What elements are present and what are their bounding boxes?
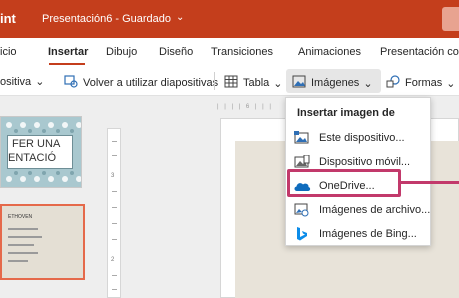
- tab-diseno[interactable]: Diseño: [159, 46, 193, 58]
- reuse-slides-icon: [64, 75, 78, 91]
- onedrive-highlight-box: [287, 169, 401, 197]
- text-line: [8, 252, 38, 254]
- new-slide-label: ositiva: [0, 75, 32, 88]
- slide2-title: ETHOVEN: [8, 214, 33, 220]
- chevron-down-icon: ⌄: [273, 77, 283, 90]
- text-line: [8, 244, 34, 246]
- menu-item-label: Este dispositivo...: [319, 132, 405, 144]
- tab-inicio[interactable]: icio: [0, 46, 17, 58]
- tab-transiciones[interactable]: Transiciones: [211, 46, 273, 58]
- ruler-tick: [112, 207, 117, 208]
- menu-item-label: Dispositivo móvil...: [319, 156, 411, 168]
- document-title[interactable]: Presentación6 - Guardado: [42, 13, 171, 25]
- ruler-tick: [112, 141, 117, 142]
- menu-header: Insertar imagen de: [297, 107, 395, 119]
- table-label: Tabla: [243, 77, 270, 89]
- image-icon: [292, 75, 306, 91]
- text-line: [8, 260, 28, 262]
- slide-thumbnail-2[interactable]: ETHOVEN: [0, 204, 85, 280]
- reuse-slides-label: Volver a utilizar diapositivas: [83, 77, 219, 89]
- new-slide-button[interactable]: ositiva ⌄: [0, 75, 45, 89]
- tab-insertar[interactable]: Insertar: [48, 46, 88, 58]
- stock-images-icon: [293, 202, 311, 218]
- ruler-tick: [112, 191, 117, 192]
- tab-animaciones[interactable]: Animaciones: [298, 46, 361, 58]
- ruler-tick: [112, 223, 117, 224]
- callout-line: [401, 181, 459, 184]
- menu-item-bing-images[interactable]: Imágenes de Bing...: [287, 222, 431, 246]
- ruler-tick: [112, 239, 117, 240]
- slide-title-box: FER UNA ENTACIÓ: [7, 135, 73, 169]
- slide1-title-line1: FER UNA: [12, 138, 61, 150]
- ruler-number: 3: [111, 173, 115, 179]
- chevron-down-icon: ⌄: [363, 77, 373, 90]
- text-line: [8, 236, 42, 238]
- ribbon-toolbar: ositiva ⌄ Volver a utilizar diapositivas…: [0, 66, 459, 96]
- ruler-tick: [112, 289, 117, 290]
- table-button[interactable]: Tabla ⌄: [224, 75, 283, 91]
- shapes-label: Formas: [405, 77, 443, 89]
- active-tab-indicator: [49, 63, 85, 65]
- menu-item-label: Imágenes de Bing...: [319, 228, 417, 240]
- text-line: [8, 228, 38, 230]
- title-bar: int Presentación6 - Guardado ⌄: [0, 0, 459, 38]
- menu-item-stock-images[interactable]: Imágenes de archivo...: [287, 198, 431, 222]
- tab-presentacion[interactable]: Presentación con: [380, 46, 459, 58]
- shapes-button[interactable]: Formas ⌄: [386, 75, 456, 91]
- chevron-down-icon: ⌄: [35, 76, 45, 88]
- table-icon: [224, 75, 238, 91]
- toolbar-divider: [214, 72, 215, 90]
- slide-thumbnails-pane: FER UNA ENTACIÓ ETHOVEN: [0, 96, 95, 298]
- images-button[interactable]: Imágenes ⌄: [292, 75, 373, 91]
- ruler-tick: [112, 275, 117, 276]
- slide1-title-line2: ENTACIÓ: [8, 152, 57, 164]
- bing-icon: [293, 226, 311, 242]
- chevron-down-icon[interactable]: ⌄: [176, 12, 184, 23]
- device-image-icon: [293, 130, 311, 146]
- title-bar-button[interactable]: [442, 7, 459, 31]
- ruler-tick: [112, 155, 117, 156]
- vertical-ruler: 3 2: [107, 128, 121, 298]
- chevron-down-icon: ⌄: [446, 77, 456, 90]
- mobile-image-icon: [293, 154, 311, 170]
- ribbon-tabs: icio Insertar Dibujo Diseño Transiciones…: [0, 38, 459, 66]
- shapes-icon: [386, 75, 400, 91]
- slide-thumbnail-1[interactable]: FER UNA ENTACIÓ: [0, 116, 82, 188]
- ruler-number: 2: [111, 257, 115, 263]
- tab-dibujo[interactable]: Dibujo: [106, 46, 137, 58]
- menu-item-label: Imágenes de archivo...: [319, 204, 431, 216]
- reuse-slides-button[interactable]: Volver a utilizar diapositivas: [64, 75, 218, 91]
- app-name: int: [0, 11, 16, 26]
- menu-item-this-device[interactable]: Este dispositivo...: [287, 126, 431, 150]
- powerpoint-window: int Presentación6 - Guardado ⌄ icio Inse…: [0, 0, 459, 298]
- images-label: Imágenes: [311, 77, 360, 89]
